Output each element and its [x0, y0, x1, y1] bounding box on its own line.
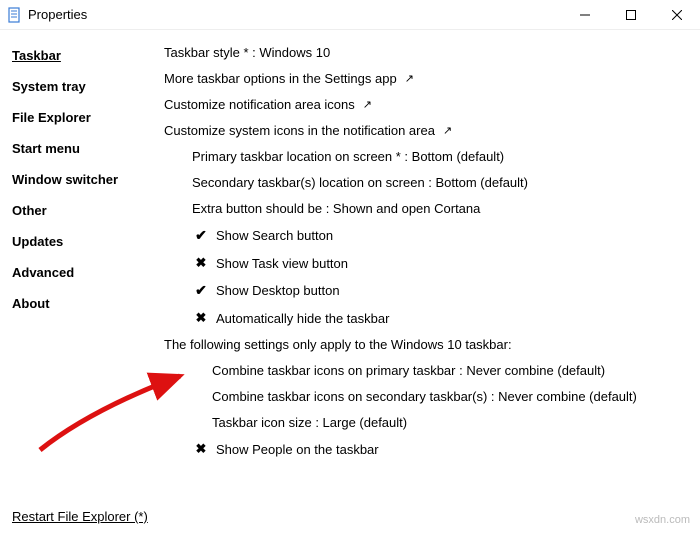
- minimize-button[interactable]: [562, 0, 608, 30]
- sidebar-item-file-explorer[interactable]: File Explorer: [12, 102, 152, 133]
- setting-label: Secondary taskbar(s) location on screen …: [192, 175, 528, 190]
- sidebar-item-advanced[interactable]: Advanced: [12, 257, 152, 288]
- window-title: Properties: [28, 7, 87, 22]
- sidebar-item-about[interactable]: About: [12, 288, 152, 319]
- setting-row[interactable]: ✖ Automatically hide the taskbar: [164, 305, 688, 332]
- app-icon: [6, 7, 22, 23]
- sidebar-item-start-menu[interactable]: Start menu: [12, 133, 152, 164]
- cross-icon: ✖: [192, 441, 210, 457]
- main-panel: Taskbar style * : Windows 10 More taskbar…: [152, 36, 688, 504]
- setting-row[interactable]: Taskbar style * : Windows 10: [164, 40, 688, 66]
- setting-row[interactable]: Secondary taskbar(s) location on screen …: [164, 170, 688, 196]
- setting-row[interactable]: Combine taskbar icons on secondary taskb…: [164, 384, 688, 410]
- restart-explorer-link[interactable]: Restart File Explorer (*): [12, 509, 148, 524]
- setting-label: Show Desktop button: [216, 283, 340, 298]
- content: TaskbarSystem trayFile ExplorerStart men…: [0, 30, 700, 504]
- setting-row[interactable]: Taskbar icon size : Large (default): [164, 410, 688, 436]
- setting-label: Show People on the taskbar: [216, 442, 379, 457]
- setting-label: Taskbar icon size : Large (default): [212, 415, 407, 430]
- setting-row[interactable]: Primary taskbar location on screen * : B…: [164, 144, 688, 170]
- external-link-icon: ↗: [443, 124, 452, 137]
- sidebar-item-taskbar[interactable]: Taskbar: [12, 40, 152, 71]
- sidebar-item-system-tray[interactable]: System tray: [12, 71, 152, 102]
- setting-label: Extra button should be : Shown and open …: [192, 201, 480, 216]
- external-link-icon: ↗: [363, 98, 372, 111]
- setting-row[interactable]: More taskbar options in the Settings app…: [164, 66, 688, 92]
- setting-label: Automatically hide the taskbar: [216, 311, 389, 326]
- setting-label: More taskbar options in the Settings app: [164, 71, 397, 86]
- watermark: wsxdn.com: [635, 514, 690, 526]
- setting-label: Customize system icons in the notificati…: [164, 123, 435, 138]
- setting-row[interactable]: ✔ Show Desktop button: [164, 277, 688, 305]
- external-link-icon: ↗: [405, 72, 414, 85]
- setting-row[interactable]: Extra button should be : Shown and open …: [164, 196, 688, 222]
- setting-row[interactable]: ✖ Show People on the taskbar: [164, 436, 688, 463]
- sidebar-item-other[interactable]: Other: [12, 195, 152, 226]
- check-icon: ✔: [192, 282, 210, 299]
- setting-label: Show Search button: [216, 228, 333, 243]
- setting-label: Customize notification area icons: [164, 97, 355, 112]
- setting-label: The following settings only apply to the…: [164, 337, 512, 352]
- setting-row[interactable]: Customize system icons in the notificati…: [164, 118, 688, 144]
- setting-row[interactable]: ✔ Show Search button: [164, 222, 688, 250]
- sidebar-item-window-switcher[interactable]: Window switcher: [12, 164, 152, 195]
- maximize-button[interactable]: [608, 0, 654, 30]
- setting-row[interactable]: ✖ Show Task view button: [164, 250, 688, 277]
- check-icon: ✔: [192, 227, 210, 244]
- close-button[interactable]: [654, 0, 700, 30]
- setting-row[interactable]: The following settings only apply to the…: [164, 332, 688, 358]
- cross-icon: ✖: [192, 255, 210, 271]
- setting-row[interactable]: Customize notification area icons ↗: [164, 92, 688, 118]
- sidebar-item-updates[interactable]: Updates: [12, 226, 152, 257]
- cross-icon: ✖: [192, 310, 210, 326]
- setting-row[interactable]: Combine taskbar icons on primary taskbar…: [164, 358, 688, 384]
- setting-label: Show Task view button: [216, 256, 348, 271]
- setting-label: Taskbar style * : Windows 10: [164, 45, 330, 60]
- setting-label: Primary taskbar location on screen * : B…: [192, 149, 504, 164]
- titlebar: Properties: [0, 0, 700, 30]
- setting-label: Combine taskbar icons on secondary taskb…: [212, 389, 637, 404]
- setting-label: Combine taskbar icons on primary taskbar…: [212, 363, 605, 378]
- sidebar: TaskbarSystem trayFile ExplorerStart men…: [12, 36, 152, 504]
